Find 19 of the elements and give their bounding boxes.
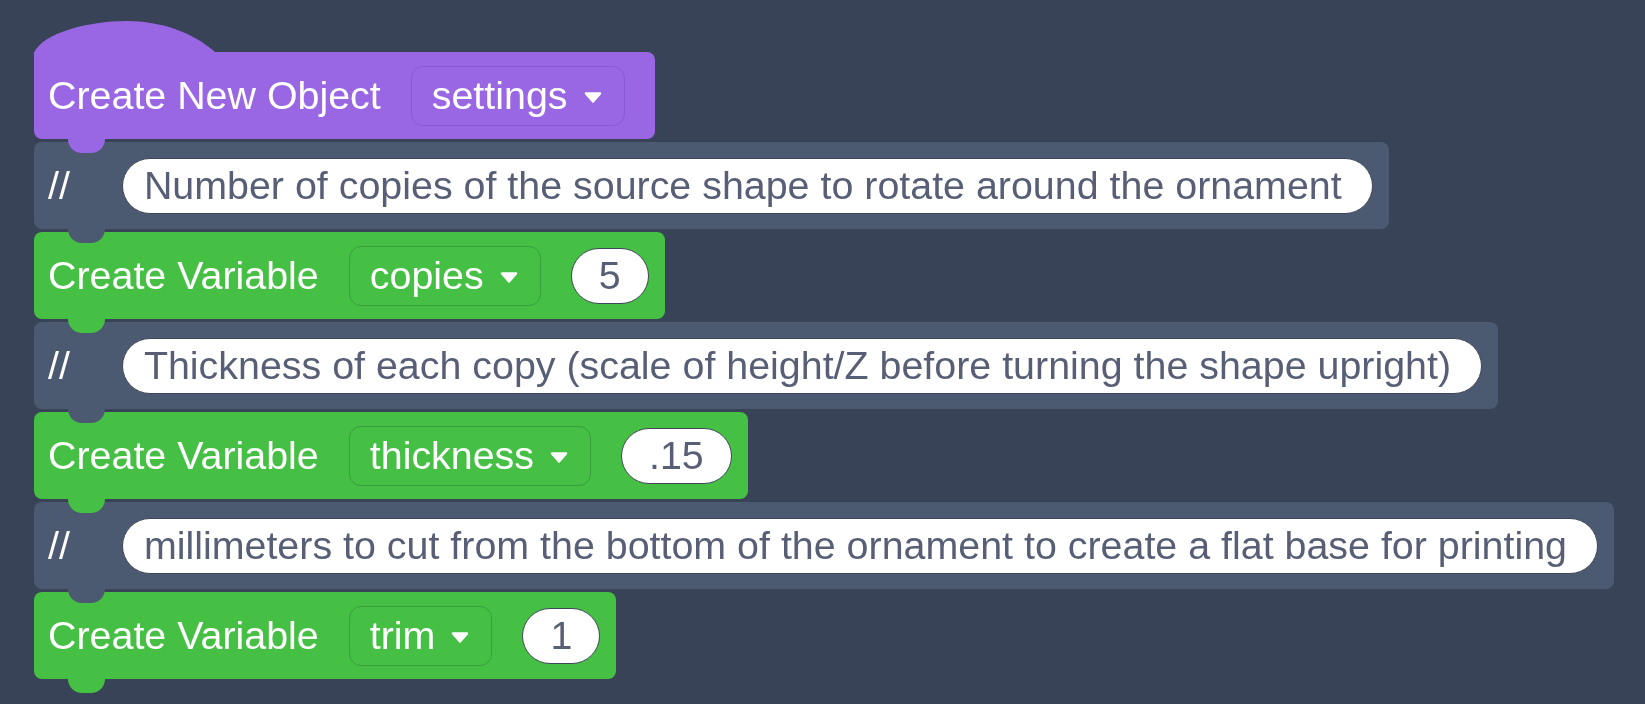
caret-icon (451, 632, 470, 643)
value-field[interactable]: 1 (522, 607, 601, 664)
block-label: Create New Object (48, 72, 381, 119)
block-label: Create Variable (48, 612, 319, 659)
comment-marker: // (48, 342, 70, 389)
comment-field[interactable]: Thickness of each copy (scale of height/Z before turning the shape upright) (121, 337, 1483, 394)
variable-dropdown[interactable]: settings (410, 65, 625, 126)
caret-icon (499, 272, 518, 283)
value-field[interactable]: .15 (621, 427, 732, 484)
comment-field[interactable]: Number of copies of the source shape to rotate around the ornament (121, 157, 1373, 214)
value-field[interactable]: 5 (570, 247, 649, 304)
caret-icon (550, 452, 568, 463)
comment-marker: // (48, 522, 70, 569)
block-label: Create Variable (48, 252, 319, 299)
connector-tab (68, 679, 105, 693)
comment-field[interactable]: millimeters to cut from the bottom of the ornament to create a flat base for printing (121, 517, 1598, 574)
comment-marker: // (48, 162, 70, 209)
caret-icon (583, 92, 602, 103)
block-label: Create Variable (48, 432, 319, 479)
